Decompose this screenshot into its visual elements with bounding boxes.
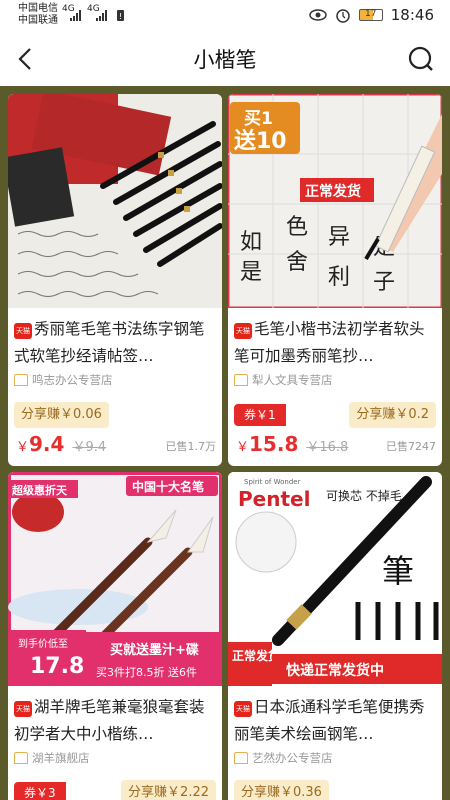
svg-text:利: 利 <box>328 265 350 290</box>
promo-top-text: 买1 <box>244 109 273 129</box>
shop-icon <box>234 752 248 764</box>
product-image-2[interactable]: 如是 色舍 异利 是子 买1 送10 正常发货 <box>228 94 442 308</box>
brand-small-label: Spirit of Wonder <box>244 478 301 486</box>
product-grid: 天猫 秀丽笔毛笔书法练字钢笔式软笔抄经请帖签… 鸣志办公专营店 分享赚￥0.06 … <box>0 86 450 800</box>
svg-text:如: 如 <box>240 230 262 255</box>
product-title-text: 秀丽笔毛笔书法练字钢笔式软笔抄经请帖签… <box>14 320 205 365</box>
carrier1-label: 中国电信 <box>18 3 58 14</box>
promo-bottom-text: 送10 <box>234 128 287 154</box>
coupon-badge[interactable]: 券￥1 <box>234 404 286 426</box>
sold-count: 已售1.7万 <box>165 440 217 453</box>
status-right: 17 18:46 <box>309 6 434 24</box>
pentel-brush-photo: Spirit of Wonder Pentel 可换芯 不掉毛 筆 正常发货 快… <box>228 472 442 686</box>
clock-label: 18:46 <box>390 6 434 24</box>
eye-icon <box>309 9 327 21</box>
nav-bar: 小楷笔 <box>0 32 450 86</box>
shop-name: 湖羊旗舰店 <box>32 751 90 765</box>
product-title[interactable]: 天猫 湖羊牌毛笔兼毫狼毫套装初学者大中小楷练… <box>14 694 218 748</box>
product-card-1[interactable]: 天猫 秀丽笔毛笔书法练字钢笔式软笔抄经请帖签… 鸣志办公专营店 分享赚￥0.06 … <box>8 94 222 466</box>
shop-icon <box>14 752 28 764</box>
currency-symbol: ￥ <box>236 440 250 455</box>
product-title[interactable]: 天猫 日本派通科学毛笔便携秀丽笔美术绘画钢笔… <box>234 694 438 748</box>
svg-text:色: 色 <box>286 215 308 240</box>
shop-name: 犁人文具专营店 <box>252 373 333 387</box>
shop-icon <box>14 374 28 386</box>
search-icon[interactable] <box>406 44 436 74</box>
svg-text:异: 异 <box>328 225 350 250</box>
corner-label: 超级惠折天 <box>11 483 68 497</box>
brush-pen-photo <box>8 94 222 308</box>
top-banner-label: 中国十大名笔 <box>132 479 204 494</box>
svg-text:是: 是 <box>240 260 262 285</box>
calligraphy-photo: 如是 色舍 异利 是子 买1 送10 正常发货 <box>228 94 442 308</box>
shop-info[interactable]: 湖羊旗舰店 <box>14 750 90 766</box>
product-image-4[interactable]: Spirit of Wonder Pentel 可换芯 不掉毛 筆 正常发货 快… <box>228 472 442 686</box>
shop-icon <box>234 374 248 386</box>
share-earn-button[interactable]: 分享赚￥0.2 <box>349 402 436 428</box>
product-title-text: 湖羊牌毛笔兼毫狼毫套装初学者大中小楷练… <box>14 698 205 743</box>
product-title[interactable]: 天猫 秀丽笔毛笔书法练字钢笔式软笔抄经请帖签… <box>14 316 218 370</box>
product-card-4[interactable]: Spirit of Wonder Pentel 可换芯 不掉毛 筆 正常发货 快… <box>228 472 442 800</box>
tmall-badge: 天猫 <box>234 323 252 339</box>
price-value: 9.4 <box>29 432 65 456</box>
hand-price-value: 17.8 <box>30 654 84 679</box>
promo-line-1: 买就送墨汁+碟 <box>110 642 199 658</box>
battery-icon: 17 <box>358 9 383 21</box>
shop-info[interactable]: 鸣志办公专营店 <box>14 372 113 388</box>
sold-count: 已售7247 <box>386 440 436 453</box>
tmall-badge: 天猫 <box>14 701 32 717</box>
normal-shipping-tag: 正常发货 <box>305 183 361 200</box>
product-image-1[interactable] <box>8 94 222 308</box>
price-value: 15.8 <box>249 432 299 456</box>
kanji-label: 筆 <box>382 552 414 590</box>
page-title: 小楷笔 <box>193 48 257 72</box>
share-earn-button[interactable]: 分享赚￥0.06 <box>14 402 109 428</box>
product-title-text: 日本派通科学毛笔便携秀丽笔美术绘画钢笔… <box>234 698 425 743</box>
carrier-info: 中国电信 中国联通 <box>18 3 58 27</box>
carrier2-label: 中国联通 <box>18 15 58 26</box>
shop-info[interactable]: 犁人文具专营店 <box>234 372 333 388</box>
svg-text:舍: 舍 <box>286 250 308 275</box>
original-price: ￥9.4 <box>72 440 107 455</box>
currency-symbol: ￥ <box>16 440 30 455</box>
tmall-badge: 天猫 <box>14 323 32 339</box>
product-card-3[interactable]: 超级惠折天 中国十大名笔 到手价低至 17.8 买就送墨汁+碟 买3件打8.5折… <box>8 472 222 800</box>
svg-text:!: ! <box>119 12 122 21</box>
price: ￥9.4 ￥9.4 <box>16 432 106 456</box>
slogan-label: 可换芯 不掉毛 <box>326 489 402 503</box>
share-earn-button[interactable]: 分享赚￥0.36 <box>234 780 329 800</box>
product-card-2[interactable]: 如是 色舍 异利 是子 买1 送10 正常发货 天猫毛笔小楷书法初学者软头笔可加… <box>228 94 442 466</box>
original-price: ￥16.8 <box>306 440 349 455</box>
share-earn-button[interactable]: 分享赚￥2.22 <box>121 780 216 800</box>
brand-logo: Pentel <box>238 487 310 511</box>
status-bar: 中国电信 中国联通 4G 4G ! 17 18:46 <box>0 0 450 32</box>
hand-price-label: 到手价低至 <box>18 637 68 650</box>
coupon-badge[interactable]: 券￥3 <box>14 782 66 800</box>
shop-name: 艺然办公专营店 <box>252 751 333 765</box>
alarm-icon <box>336 9 350 23</box>
shop-info[interactable]: 艺然办公专营店 <box>234 750 333 766</box>
svg-text:子: 子 <box>373 270 395 295</box>
shop-name: 鸣志办公专营店 <box>32 373 113 387</box>
product-title-text: 毛笔小楷书法初学者软头笔可加墨秀丽笔抄… <box>234 320 425 365</box>
brush-set-photo: 超级惠折天 中国十大名笔 到手价低至 17.8 买就送墨汁+碟 买3件打8.5折… <box>8 472 222 686</box>
price: ￥15.8 ￥16.8 <box>236 432 348 456</box>
shipping-banner: 快递正常发货中 <box>286 662 384 679</box>
product-image-3[interactable]: 超级惠折天 中国十大名笔 到手价低至 17.8 买就送墨汁+碟 买3件打8.5折… <box>8 472 222 686</box>
promo-line-2: 买3件打8.5折 送6件 <box>96 665 197 679</box>
signal-icon: ! <box>70 10 124 21</box>
product-title[interactable]: 天猫 毛笔小楷书法初学者软头笔可加墨秀丽笔抄… <box>234 316 438 370</box>
tmall-badge: 天猫 <box>234 701 252 717</box>
